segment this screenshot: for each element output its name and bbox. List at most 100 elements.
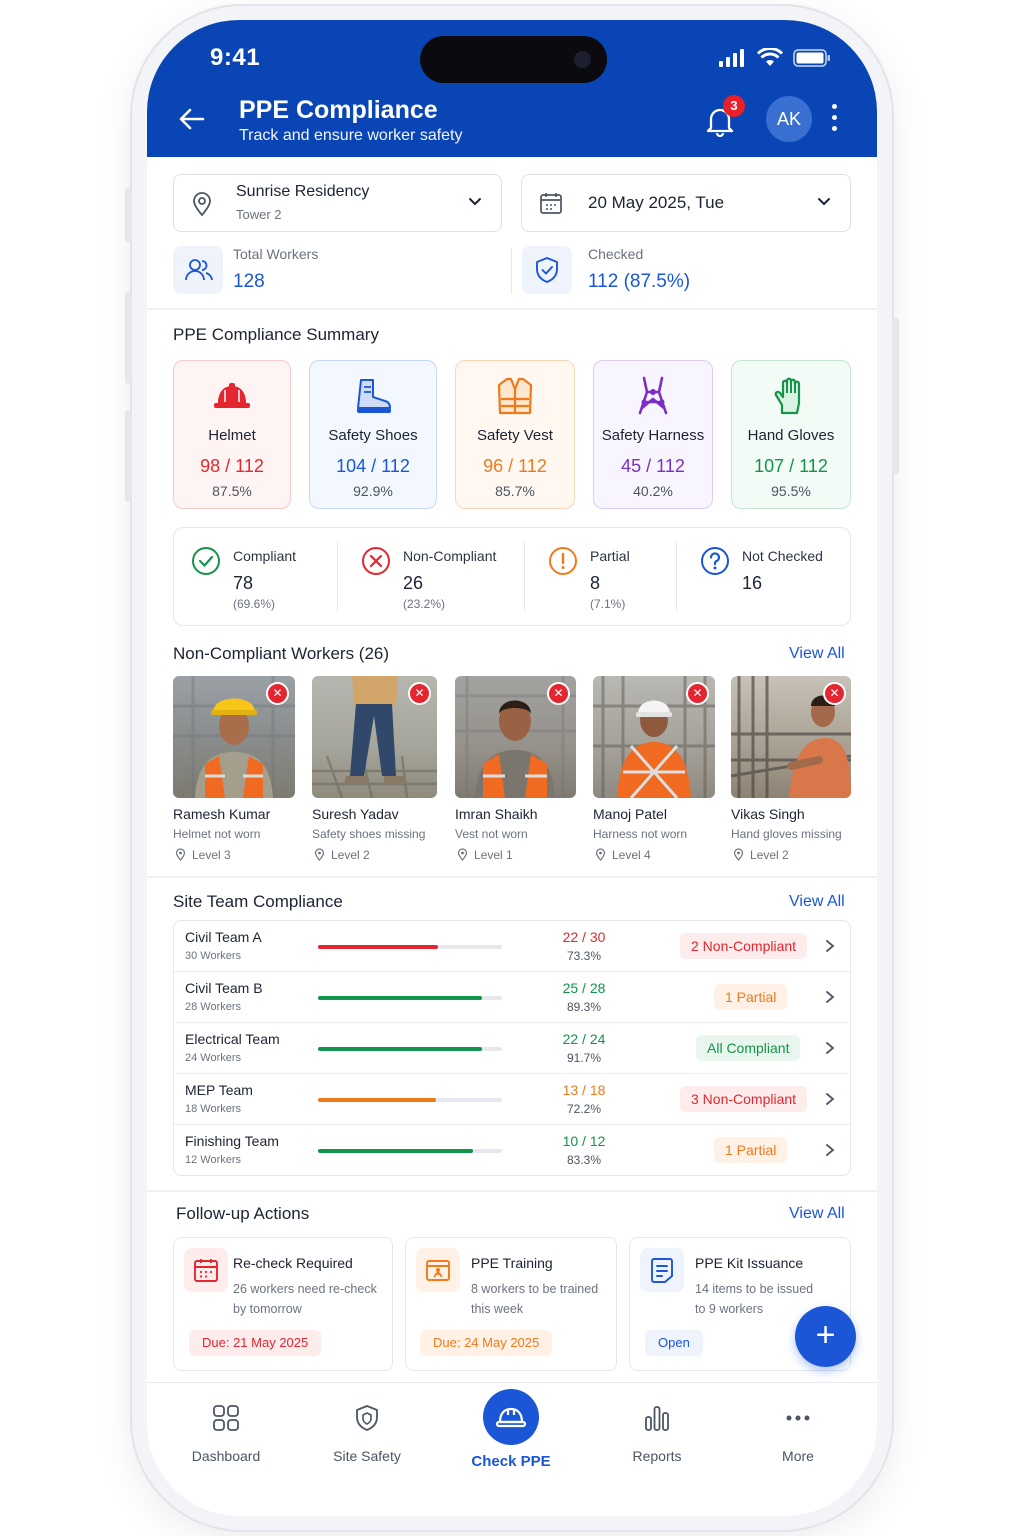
non-compliant-label: Non-Compliant bbox=[403, 548, 497, 564]
page-title: PPE Compliance bbox=[239, 96, 438, 124]
worker-issue: Helmet not worn bbox=[173, 827, 261, 841]
helmet-icon bbox=[495, 1407, 527, 1428]
glove-icon bbox=[774, 377, 801, 415]
team-name: Civil Team A bbox=[185, 929, 262, 945]
compliant-label: Compliant bbox=[233, 548, 297, 564]
alert-circle-icon bbox=[549, 547, 577, 575]
more-options-icon[interactable] bbox=[831, 104, 839, 132]
chevron-down-icon bbox=[818, 198, 830, 206]
team-row[interactable]: Finishing Team 12 Workers 10 / 12 83.3% … bbox=[174, 1125, 850, 1176]
team-workers: 18 Workers bbox=[185, 1103, 242, 1115]
ppe-card-safety-harness[interactable]: Safety Harness 45 / 112 40.2% bbox=[593, 360, 713, 509]
ppe-percent: 85.7% bbox=[495, 483, 535, 499]
team-progress-track bbox=[318, 1149, 502, 1153]
ppe-name: Safety Shoes bbox=[328, 427, 418, 444]
team-progress-fill bbox=[318, 996, 482, 1000]
team-count: 22 / 24 bbox=[562, 1031, 606, 1047]
training-icon bbox=[416, 1248, 460, 1292]
nav-more[interactable]: More bbox=[738, 1403, 858, 1464]
non-compliant-percent: (23.2%) bbox=[403, 597, 446, 611]
non-compliant-x-icon: ✕ bbox=[686, 682, 709, 705]
ppe-card-hand-gloves[interactable]: Hand Gloves 107 / 112 95.5% bbox=[731, 360, 851, 509]
ppe-count: 96 / 112 bbox=[483, 456, 547, 476]
nav-dashboard[interactable]: Dashboard bbox=[166, 1403, 286, 1464]
location-pin-icon bbox=[595, 848, 606, 861]
team-row[interactable]: Civil Team A 30 Workers 22 / 30 73.3% 2 … bbox=[174, 921, 850, 972]
boot-icon bbox=[357, 379, 391, 413]
nav-check-ppe-button[interactable] bbox=[483, 1389, 539, 1445]
grid-icon bbox=[213, 1405, 239, 1431]
team-compliance-table: Civil Team A 30 Workers 22 / 30 73.3% 2 … bbox=[173, 920, 851, 1176]
view-all-workers-link[interactable]: View All bbox=[789, 645, 845, 663]
view-all-actions-link[interactable]: View All bbox=[789, 1205, 845, 1223]
non-compliant-x-icon: ✕ bbox=[408, 682, 431, 705]
nav-reports[interactable]: Reports bbox=[597, 1403, 717, 1464]
team-row[interactable]: MEP Team 18 Workers 13 / 18 72.2% 3 Non-… bbox=[174, 1074, 850, 1125]
team-name: MEP Team bbox=[185, 1082, 253, 1098]
action-title: Re-check Required bbox=[233, 1255, 353, 1271]
team-progress-fill bbox=[318, 1098, 436, 1102]
worker-level: Level 1 bbox=[474, 848, 513, 862]
location-pin-icon bbox=[175, 848, 186, 861]
chevron-down-icon bbox=[469, 198, 481, 206]
team-row[interactable]: Civil Team B 28 Workers 25 / 28 89.3% 1 … bbox=[174, 972, 850, 1023]
team-name: Finishing Team bbox=[185, 1133, 279, 1149]
team-percent: 72.2% bbox=[566, 1102, 602, 1116]
site-name: Sunrise Residency bbox=[236, 183, 370, 200]
site-selector[interactable]: Sunrise Residency Tower 2 bbox=[173, 174, 502, 232]
team-count: 22 / 30 bbox=[562, 929, 606, 945]
action-description: 14 items to be issued to 9 workers bbox=[695, 1282, 814, 1316]
worker-level: Level 2 bbox=[750, 848, 789, 862]
power-button bbox=[893, 318, 899, 474]
x-circle-icon bbox=[362, 547, 390, 575]
site-tower: Tower 2 bbox=[236, 207, 282, 222]
clipboard-list-icon bbox=[640, 1248, 684, 1292]
chevron-right-icon[interactable] bbox=[824, 1143, 836, 1157]
ppe-card-safety-vest[interactable]: Safety Vest 96 / 112 85.7% bbox=[455, 360, 575, 509]
ppe-card-safety-shoes[interactable]: Safety Shoes 104 / 112 92.9% bbox=[309, 360, 437, 509]
worker-level: Level 4 bbox=[612, 848, 651, 862]
worker-name: Vikas Singh bbox=[731, 806, 805, 822]
location-pin-icon bbox=[457, 848, 468, 861]
chevron-right-icon[interactable] bbox=[824, 990, 836, 1004]
worker-name: Imran Shaikh bbox=[455, 806, 538, 822]
ppe-name: Hand Gloves bbox=[747, 427, 835, 444]
ppe-percent: 95.5% bbox=[771, 483, 811, 499]
signal-icon bbox=[719, 48, 744, 67]
worker-issue: Vest not worn bbox=[455, 827, 528, 841]
compliant-percent: (69.6%) bbox=[233, 597, 276, 611]
team-progress-fill bbox=[318, 1149, 473, 1153]
back-arrow-icon[interactable] bbox=[177, 104, 207, 134]
team-row[interactable]: Electrical Team 24 Workers 22 / 24 91.7%… bbox=[174, 1023, 850, 1074]
team-progress-fill bbox=[318, 945, 438, 949]
view-all-teams-link[interactable]: View All bbox=[789, 893, 845, 911]
add-action-button[interactable]: + bbox=[795, 1306, 856, 1367]
chevron-right-icon[interactable] bbox=[824, 1041, 836, 1055]
nav-check-ppe-label[interactable]: Check PPE bbox=[451, 1453, 571, 1470]
not-checked-label: Not Checked bbox=[742, 548, 823, 564]
due-badge: Due: 21 May 2025 bbox=[189, 1330, 322, 1356]
chevron-right-icon[interactable] bbox=[824, 939, 836, 953]
section-divider bbox=[147, 876, 877, 878]
non-compliant-x-icon: ✕ bbox=[547, 682, 570, 705]
date-selector[interactable]: 20 May 2025, Tue bbox=[521, 174, 851, 232]
avatar[interactable]: AK bbox=[766, 96, 812, 142]
ppe-card-helmet[interactable]: Helmet 98 / 112 87.5% bbox=[173, 360, 291, 509]
action-card-recheck[interactable]: Re-check Required 26 workers need re-che… bbox=[173, 1237, 393, 1371]
section-divider bbox=[147, 308, 877, 310]
action-description: 26 workers need re-check by tomorrow bbox=[233, 1282, 377, 1316]
worker-name: Manoj Patel bbox=[593, 806, 667, 822]
location-pin-icon bbox=[314, 848, 325, 861]
harness-icon bbox=[638, 376, 668, 415]
team-workers: 12 Workers bbox=[185, 1154, 242, 1166]
status-badge: 1 Partial bbox=[714, 984, 788, 1010]
action-title: PPE Training bbox=[471, 1255, 553, 1271]
worker-name: Ramesh Kumar bbox=[173, 806, 271, 822]
chevron-right-icon[interactable] bbox=[824, 1092, 836, 1106]
volume-down-button bbox=[125, 410, 131, 502]
nav-label: Reports bbox=[632, 1448, 682, 1464]
action-card-training[interactable]: PPE Training 8 workers to be trained this… bbox=[405, 1237, 617, 1371]
action-title: PPE Kit Issuance bbox=[695, 1255, 804, 1271]
team-percent: 91.7% bbox=[566, 1051, 602, 1065]
nav-site-safety[interactable]: Site Safety bbox=[307, 1403, 427, 1464]
